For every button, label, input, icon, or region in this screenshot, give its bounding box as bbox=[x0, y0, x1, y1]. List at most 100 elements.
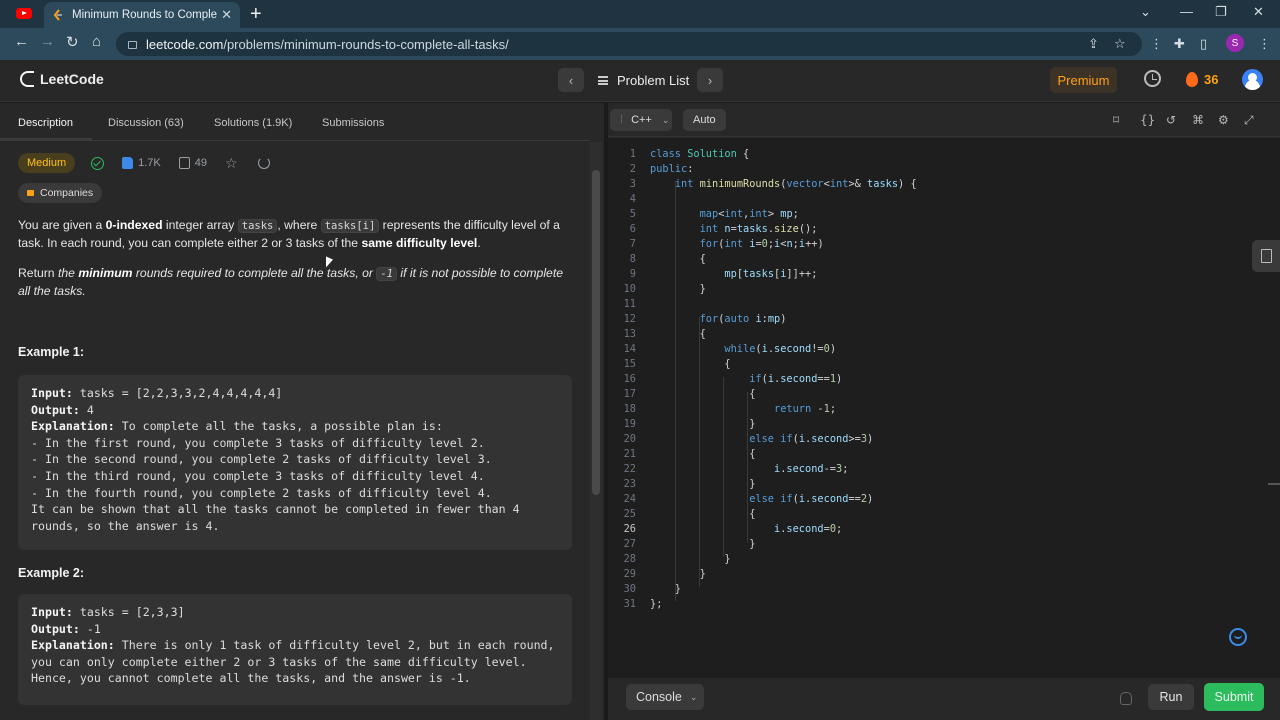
code-line[interactable]: 15 { bbox=[608, 357, 1268, 372]
minimize-icon[interactable]: — bbox=[1180, 4, 1193, 19]
timer-icon[interactable] bbox=[1144, 70, 1161, 87]
code-line[interactable]: 11 bbox=[608, 297, 1268, 312]
address-bar[interactable]: leetcode.com/problems/minimum-rounds-to-… bbox=[116, 32, 1142, 56]
code-editor[interactable]: 1 class Solution {2 public: 3 int minimumRo… bbox=[608, 138, 1280, 678]
logo-text: LeetCode bbox=[40, 71, 104, 87]
debug-bug-icon[interactable] bbox=[1120, 692, 1132, 705]
line-number: 20 bbox=[623, 433, 636, 445]
code-line[interactable]: 28 } bbox=[608, 552, 1268, 567]
code-line[interactable]: 14 while(i.second!=0) bbox=[608, 342, 1268, 357]
bookmark-icon[interactable]: ⌑ bbox=[1113, 113, 1119, 127]
user-avatar[interactable] bbox=[1242, 69, 1263, 90]
code-line[interactable]: 31}; bbox=[608, 597, 1268, 612]
code-line[interactable]: 5 map<int,int> mp; bbox=[608, 207, 1268, 222]
code-line[interactable]: 3 int minimumRounds(vector<int>& tasks) … bbox=[608, 177, 1268, 192]
code-line[interactable]: 24 else if(i.second==2) bbox=[608, 492, 1268, 507]
value: tasks = [2,3,3] bbox=[72, 605, 185, 619]
dislike-button[interactable]: 49 bbox=[178, 157, 207, 169]
line-number: 8 bbox=[629, 253, 636, 265]
code-line[interactable]: 27 } bbox=[608, 537, 1268, 552]
forward-icon[interactable]: → bbox=[40, 33, 55, 50]
premium-button[interactable]: Premium bbox=[1050, 67, 1117, 93]
problem-list-button[interactable]: Problem List bbox=[598, 73, 689, 88]
format-code-icon[interactable]: {} bbox=[1140, 113, 1155, 127]
code-line[interactable]: 7 for(int i=0;i<n;i++) bbox=[608, 237, 1268, 252]
code-line[interactable]: 17 { bbox=[608, 387, 1268, 402]
editor-toolbar: ⁞ C++ ⌄ Auto ⌑ {} ↺ ⌘ ⚙ ⤢ bbox=[608, 103, 1280, 137]
share-icon[interactable] bbox=[257, 157, 270, 169]
tab-search-icon[interactable]: ⌄ bbox=[1140, 4, 1151, 20]
code-line[interactable]: 13 { bbox=[608, 327, 1268, 342]
file-notes-icon[interactable] bbox=[1252, 240, 1280, 272]
close-window-icon[interactable]: ✕ bbox=[1253, 4, 1264, 20]
code-line[interactable]: 1 class Solution { bbox=[608, 147, 1268, 162]
description-scrollbar[interactable] bbox=[590, 142, 602, 720]
browser-tab-active[interactable]: Minimum Rounds to Complete A ✕ bbox=[44, 2, 240, 28]
text: integer array bbox=[162, 218, 238, 232]
tab-close-icon[interactable]: ✕ bbox=[221, 7, 232, 23]
code-line[interactable]: 8 { bbox=[608, 252, 1268, 267]
new-tab-button[interactable]: + bbox=[250, 3, 262, 26]
fullscreen-icon[interactable]: ⤢ bbox=[1244, 113, 1254, 128]
code-line[interactable]: 4 bbox=[608, 192, 1268, 207]
code-line[interactable]: 25 { bbox=[608, 507, 1268, 522]
code-text: } bbox=[650, 418, 756, 430]
console-button[interactable]: Console ⌄ bbox=[626, 684, 704, 710]
console-label: Console bbox=[636, 690, 682, 704]
leetcode-favicon-icon bbox=[52, 9, 64, 21]
code-text: for(int i=0;i<n;i++) bbox=[699, 238, 824, 250]
youtube-icon[interactable] bbox=[16, 8, 32, 19]
shortcuts-icon[interactable]: ⌘ bbox=[1192, 113, 1204, 127]
bookmark-star-icon[interactable]: ☆ bbox=[1114, 36, 1126, 52]
run-button[interactable]: Run bbox=[1148, 684, 1194, 710]
like-button[interactable]: 1.7K bbox=[122, 157, 161, 169]
settings-gear-icon[interactable]: ⚙ bbox=[1218, 113, 1229, 127]
scrollbar-thumb[interactable] bbox=[592, 170, 600, 495]
code-line[interactable]: 2 public: bbox=[608, 162, 1268, 177]
tab-solutions[interactable]: Solutions (1.9K) bbox=[214, 117, 292, 129]
code-line[interactable]: 16 if(i.second==1) bbox=[608, 372, 1268, 387]
code-line[interactable]: 29 } bbox=[608, 567, 1268, 582]
leetcode-logo[interactable]: LeetCode bbox=[20, 71, 104, 87]
next-problem-button[interactable]: › bbox=[697, 68, 723, 92]
code-line[interactable]: 18 return -1; bbox=[608, 402, 1268, 417]
code-line[interactable]: 6 int n=tasks.size(); bbox=[608, 222, 1268, 237]
code-line[interactable]: 26 i.second=0; bbox=[608, 522, 1268, 537]
back-icon[interactable]: ← bbox=[14, 33, 29, 50]
reload-icon[interactable]: ↻ bbox=[66, 33, 79, 51]
code-line[interactable]: 23 } bbox=[608, 477, 1268, 492]
extension-menu-icon[interactable]: ⋮ bbox=[1150, 36, 1163, 52]
extensions-puzzle-icon[interactable]: ✚ bbox=[1174, 36, 1185, 52]
code-line[interactable]: 20 else if(i.second>=3) bbox=[608, 432, 1268, 447]
feedback-chat-icon[interactable] bbox=[1229, 628, 1247, 646]
browser-profile-avatar[interactable]: S bbox=[1226, 34, 1244, 52]
value: - In the first round, you complete 3 tas… bbox=[31, 435, 520, 533]
prev-problem-button[interactable]: ‹ bbox=[558, 68, 584, 92]
tab-description[interactable]: Description bbox=[18, 117, 73, 129]
share-page-icon[interactable]: ⇪ bbox=[1088, 36, 1099, 52]
side-panel-icon[interactable]: ▯ bbox=[1200, 36, 1207, 52]
code-line[interactable]: 19 } bbox=[608, 417, 1268, 432]
code-line[interactable]: 9 mp[tasks[i]]++; bbox=[608, 267, 1268, 282]
favorite-star-icon[interactable]: ☆ bbox=[225, 155, 238, 172]
code-line[interactable]: 30 } bbox=[608, 582, 1268, 597]
reset-code-icon[interactable]: ↺ bbox=[1166, 113, 1176, 127]
code-line[interactable]: 21 { bbox=[608, 447, 1268, 462]
code-line[interactable]: 22 i.second-=3; bbox=[608, 462, 1268, 477]
language-select[interactable]: ⁞ C++ ⌄ bbox=[610, 109, 672, 131]
streak-counter[interactable]: 36 bbox=[1186, 72, 1218, 87]
line-number: 17 bbox=[623, 388, 636, 400]
code-line[interactable]: 12 for(auto i:mp) bbox=[608, 312, 1268, 327]
code-line[interactable]: 10 } bbox=[608, 282, 1268, 297]
tab-submissions[interactable]: Submissions bbox=[322, 117, 384, 129]
code-text: { bbox=[650, 328, 706, 340]
autocomplete-mode-button[interactable]: Auto bbox=[683, 109, 726, 131]
browser-menu-icon[interactable]: ⋮ bbox=[1258, 36, 1271, 52]
companies-tag[interactable]: Companies bbox=[18, 183, 103, 203]
maximize-icon[interactable]: ❐ bbox=[1215, 4, 1227, 20]
line-number: 14 bbox=[623, 343, 636, 355]
code-text: while(i.second!=0) bbox=[724, 343, 837, 355]
tab-discussion[interactable]: Discussion (63) bbox=[108, 117, 184, 129]
home-icon[interactable]: ⌂ bbox=[92, 33, 101, 50]
submit-button[interactable]: Submit bbox=[1204, 683, 1264, 711]
